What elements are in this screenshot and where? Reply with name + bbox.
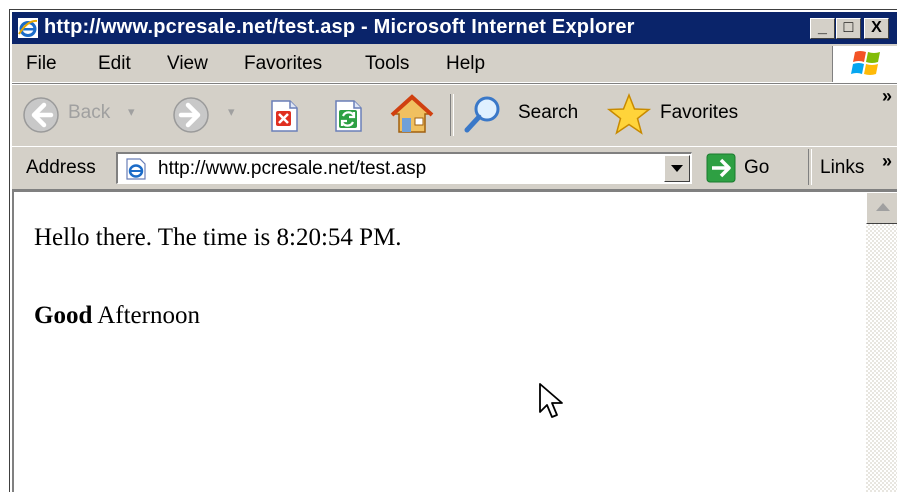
address-field[interactable]: http://www.pcresale.net/test.asp xyxy=(116,152,692,184)
search-icon xyxy=(464,96,500,133)
menu-help[interactable]: Help xyxy=(446,53,485,75)
greeting-rest: Afternoon xyxy=(92,302,200,329)
stop-icon[interactable] xyxy=(266,98,302,134)
address-bar: Address http://www.pcresale.net/test.asp… xyxy=(12,146,897,190)
forward-arrow-icon xyxy=(173,97,209,133)
menu-favorites[interactable]: Favorites xyxy=(244,53,322,75)
mouse-cursor-icon xyxy=(539,383,563,418)
menu-view[interactable]: View xyxy=(167,53,208,75)
go-label: Go xyxy=(744,157,770,178)
scroll-up-button[interactable] xyxy=(866,192,897,224)
menu-edit[interactable]: Edit xyxy=(98,53,131,75)
back-dropdown-icon: ▾ xyxy=(128,104,135,119)
greeting-message: Good Afternoon xyxy=(34,302,200,330)
minimize-button[interactable]: _ xyxy=(810,18,835,39)
close-button[interactable]: X xyxy=(864,18,889,39)
chevron-down-icon xyxy=(671,165,683,172)
address-dropdown-button[interactable] xyxy=(664,155,690,182)
page-icon xyxy=(126,158,146,180)
browser-window: http://www.pcresale.net/test.asp - Micro… xyxy=(9,9,897,492)
windows-flag-icon xyxy=(851,51,880,75)
back-label: Back xyxy=(68,102,111,123)
chevron-up-icon xyxy=(876,203,890,211)
window-title: http://www.pcresale.net/test.asp - Micro… xyxy=(44,16,635,38)
home-icon[interactable] xyxy=(390,94,434,136)
search-label: Search xyxy=(518,102,579,123)
search-button[interactable]: Search xyxy=(462,94,592,136)
windows-logo-box xyxy=(832,46,897,82)
toolbar-separator xyxy=(450,94,454,136)
links-button[interactable]: Links xyxy=(820,157,864,179)
maximize-button[interactable]: □ xyxy=(836,18,861,39)
menu-tools[interactable]: Tools xyxy=(365,53,409,75)
address-label: Address xyxy=(26,157,96,178)
time-message: Hello there. The time is 8:20:54 PM. xyxy=(34,224,402,251)
favorites-label: Favorites xyxy=(660,102,739,123)
standard-toolbar: Back ▾ ▾ Search Favorites » xyxy=(12,83,897,147)
address-url: http://www.pcresale.net/test.asp xyxy=(158,158,427,179)
menu-file[interactable]: File xyxy=(26,53,57,75)
refresh-icon[interactable] xyxy=(330,98,366,134)
greeting-bold: Good xyxy=(34,302,93,329)
links-chevron-icon[interactable]: » xyxy=(882,151,892,172)
ie-logo-icon xyxy=(18,18,38,38)
menu-bar: File Edit View Favorites Tools Help xyxy=(12,46,897,83)
back-arrow-icon xyxy=(23,97,59,133)
favorites-star-icon xyxy=(606,92,652,135)
vertical-scrollbar[interactable] xyxy=(866,192,897,492)
go-button[interactable]: Go xyxy=(704,152,788,184)
go-arrow-icon xyxy=(706,153,736,183)
title-bar[interactable]: http://www.pcresale.net/test.asp - Micro… xyxy=(12,12,897,44)
forward-dropdown-icon: ▾ xyxy=(228,104,235,119)
address-separator xyxy=(808,149,812,185)
page-content: Hello there. The time is 8:20:54 PM. Goo… xyxy=(12,190,897,492)
favorites-button[interactable]: Favorites xyxy=(606,92,766,138)
back-button[interactable]: Back ▾ xyxy=(22,96,162,136)
toolbar-chevron-icon[interactable]: » xyxy=(882,86,892,107)
forward-button[interactable]: ▾ xyxy=(172,96,242,136)
